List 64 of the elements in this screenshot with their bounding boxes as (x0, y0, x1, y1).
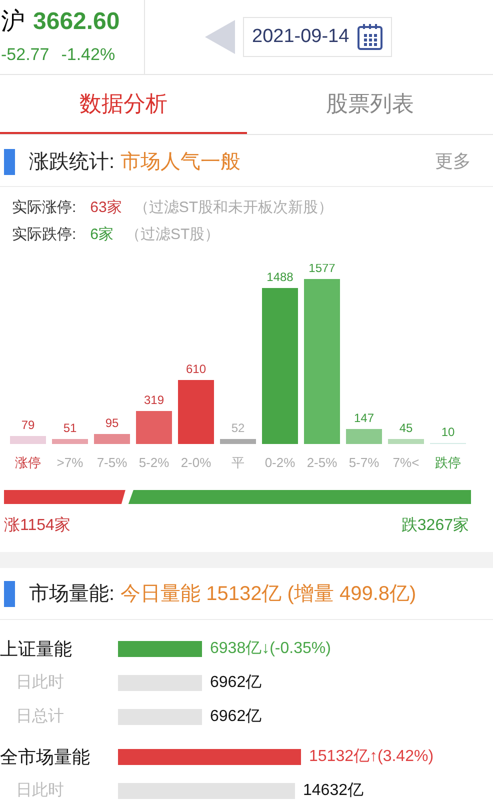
bar-value: 10 (441, 425, 455, 439)
chart-bar (220, 439, 256, 444)
fall-total: 跌3267家 (401, 516, 469, 536)
limit-note: （过滤ST股） (126, 224, 220, 244)
volume-label: 日此时 (15, 780, 65, 801)
chart-bar (178, 380, 214, 444)
bar-value: 51 (63, 421, 77, 435)
limit-label: 实际跌停: (12, 224, 76, 244)
limit-label: 实际涨停: (12, 198, 76, 218)
index-value: 3662.60 (33, 7, 120, 37)
bar-value: 610 (186, 362, 206, 376)
category-label: 0-2% (264, 455, 296, 470)
volume-reading: 15132亿↑(3.42%) (309, 749, 434, 765)
volume-reading: 6962亿 (210, 709, 262, 725)
limit-note: （过滤ST股和未开板次新股） (134, 198, 334, 218)
category-label: 2-5% (306, 455, 338, 470)
calendar-icon (357, 23, 384, 51)
chart-bar (346, 429, 382, 444)
category-label: 5-2% (138, 455, 170, 470)
index-name: 沪 (1, 7, 25, 37)
volume-reading: 6962亿 (210, 675, 262, 691)
chart-bar (388, 439, 424, 444)
tab[interactable]: 股票列表 (246, 75, 493, 134)
chart-bar (10, 436, 46, 444)
volume-label: 全市场量能 (0, 746, 91, 768)
volume-label: 上证量能 (0, 638, 73, 660)
bar-value: 319 (144, 393, 164, 407)
more-link[interactable]: 更多 (435, 148, 471, 175)
bar-value: 95 (105, 416, 119, 430)
category-label: 平 (232, 455, 244, 470)
section-marker (4, 148, 15, 174)
bar-value: 79 (21, 418, 35, 432)
bar-value: 147 (354, 411, 374, 425)
chart-bar (136, 411, 172, 444)
category-label: 7%< (392, 455, 420, 470)
section-summary: 市场人气一般 (120, 150, 241, 174)
volume-reading: 14632亿 (303, 783, 364, 799)
bar-value: 1488 (266, 270, 294, 284)
date-picker[interactable]: 2021-09-14 (243, 17, 392, 57)
section-summary: 今日量能 15132亿 (增量 499.8亿) (120, 582, 416, 606)
category-label: 5-7% (348, 455, 380, 470)
rise-total: 涨1154家 (4, 516, 70, 536)
chart-bar (52, 439, 88, 444)
chart-bar (94, 434, 130, 444)
section-marker (4, 580, 15, 606)
category-label: >7% (56, 455, 84, 470)
previous-arrow-icon[interactable] (205, 20, 235, 54)
category-label: 跌停 (435, 455, 461, 470)
category-label: 涨停 (15, 455, 41, 470)
volume-label: 日总计 (15, 706, 65, 727)
limit-count: 63家 (90, 198, 122, 218)
volume-label: 日此时 (15, 672, 65, 693)
category-label: 2-0% (180, 455, 212, 470)
tab[interactable]: 数据分析 (0, 75, 246, 134)
section-title: 市场量能: (29, 582, 115, 606)
bar-value: 52 (231, 421, 245, 435)
index-change: -52.77 (1, 44, 50, 66)
section-title: 涨跌统计: (29, 150, 115, 174)
category-label: 7-5% (96, 455, 128, 470)
index-percent: -1.42% (61, 44, 116, 66)
bar-value: 45 (399, 421, 413, 435)
limit-count: 6家 (90, 224, 114, 244)
volume-reading: 6938亿↓(-0.35%) (210, 641, 331, 657)
bar-value: 1577 (308, 264, 336, 275)
